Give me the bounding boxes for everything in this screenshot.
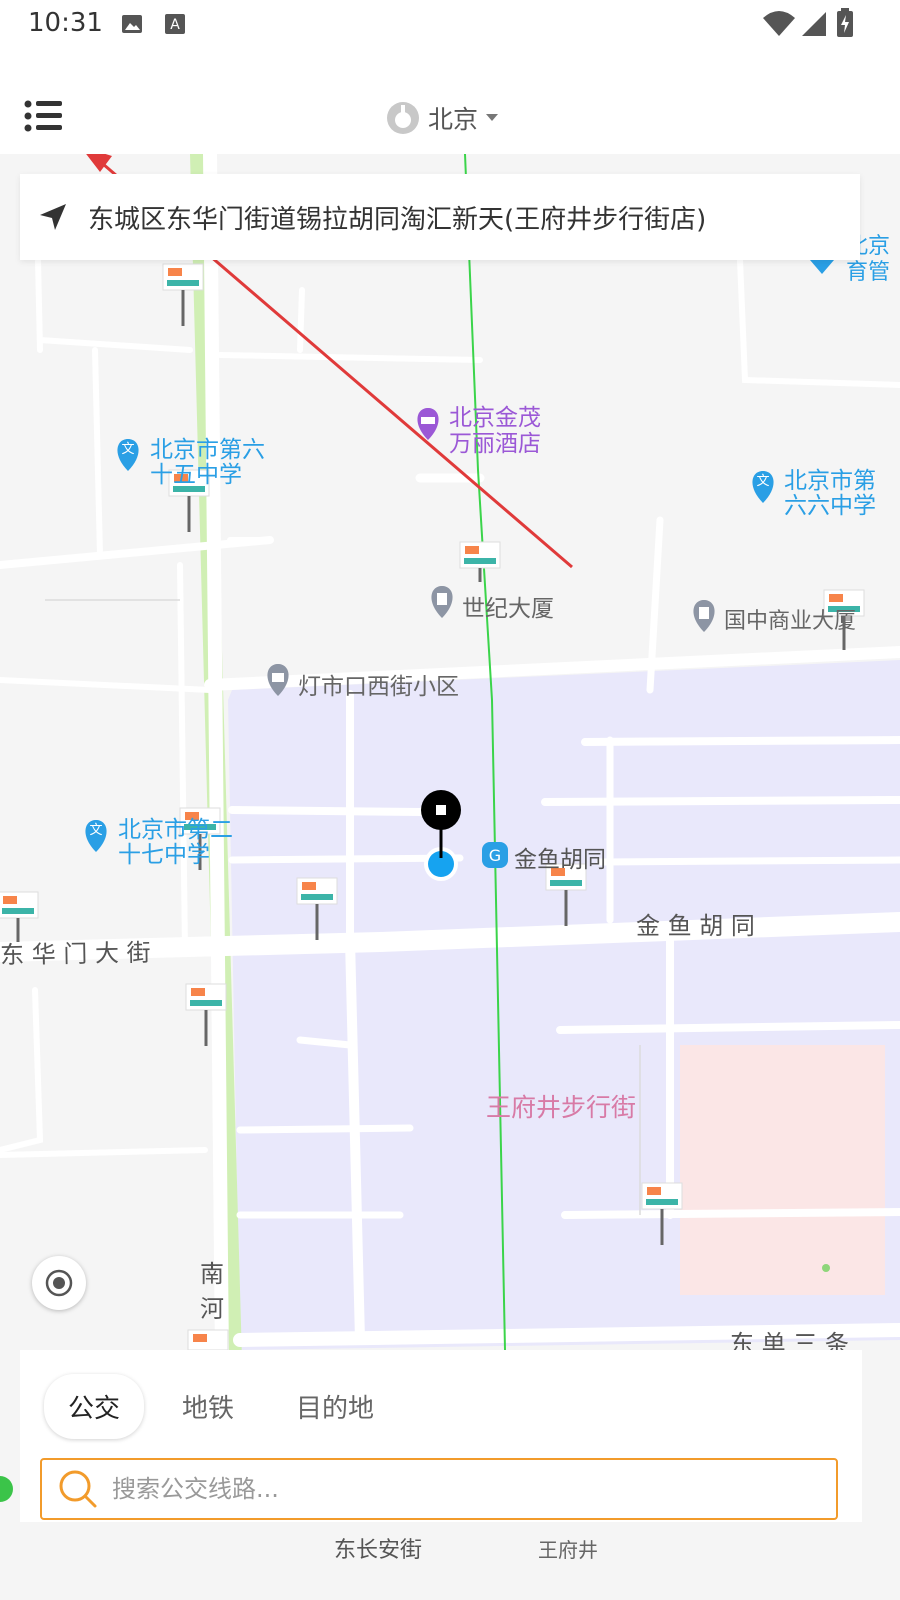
status-time: 10:31 xyxy=(28,8,103,38)
svg-text:文: 文 xyxy=(89,823,102,838)
text-recognition-icon: A xyxy=(165,14,185,34)
street-label: 南 xyxy=(200,1260,224,1288)
poi-label: 国中商业大厦 xyxy=(724,609,857,634)
poi-label: 十五中学 xyxy=(150,462,242,488)
poi-label: 灯市口西街小区 xyxy=(298,674,459,700)
poi-label: 世纪大厦 xyxy=(462,596,554,622)
city-badge-icon xyxy=(387,102,419,134)
poi-label: 万丽酒店 xyxy=(449,431,541,457)
street-label: 东长安街 xyxy=(334,1538,423,1563)
menu-button[interactable] xyxy=(22,96,70,138)
city-name: 北京 xyxy=(428,105,479,134)
tab-subway[interactable]: 地铁 xyxy=(158,1374,258,1439)
chevron-down-icon xyxy=(486,114,499,121)
search-box[interactable] xyxy=(40,1458,838,1520)
poi-label: 六六中学 xyxy=(784,493,876,519)
area-label: 王府井步行街 xyxy=(486,1093,637,1122)
poi-label: 王府井 xyxy=(538,1538,598,1562)
street-label: 东 华 门 大 街 xyxy=(0,938,151,970)
svg-text:文: 文 xyxy=(756,474,769,489)
status-bar: 10:31 A xyxy=(0,0,900,50)
wechat-bubble-icon xyxy=(0,1476,13,1502)
tab-bus[interactable]: 公交 xyxy=(44,1374,145,1439)
current-address-text: 东城区东华门街道锡拉胡同淘汇新天(王府井步行街店) xyxy=(88,204,707,235)
locate-button[interactable] xyxy=(32,1256,86,1310)
search-icon xyxy=(59,1470,97,1508)
svg-text:A: A xyxy=(170,17,180,33)
wifi-icon xyxy=(763,11,795,36)
svg-text:G: G xyxy=(489,846,501,865)
battery-icon xyxy=(837,8,853,37)
search-panel: 公交 地铁 目的地 xyxy=(20,1350,862,1522)
poi-label: 十七中学 xyxy=(118,842,210,868)
navigation-arrow-icon xyxy=(40,204,66,230)
menu-list-icon xyxy=(24,100,62,132)
transit-tabs: 公交 地铁 目的地 xyxy=(44,1374,398,1439)
signal-icon xyxy=(802,12,826,36)
street-label: 金 鱼 胡 同 xyxy=(636,912,755,940)
map-zones xyxy=(228,660,900,1350)
search-input[interactable] xyxy=(110,1474,814,1504)
tab-destination[interactable]: 目的地 xyxy=(272,1374,398,1439)
gallery-icon xyxy=(122,15,142,33)
locate-target-icon xyxy=(45,1269,73,1297)
current-address-card[interactable]: 东城区东华门街道锡拉胡同淘汇新天(王府井步行街店) xyxy=(20,174,860,260)
city-selector[interactable]: 北京 xyxy=(386,98,499,138)
street-label: 河 xyxy=(200,1295,224,1323)
svg-text:文: 文 xyxy=(121,442,134,457)
subway-station-label: 金鱼胡同 xyxy=(514,847,606,873)
